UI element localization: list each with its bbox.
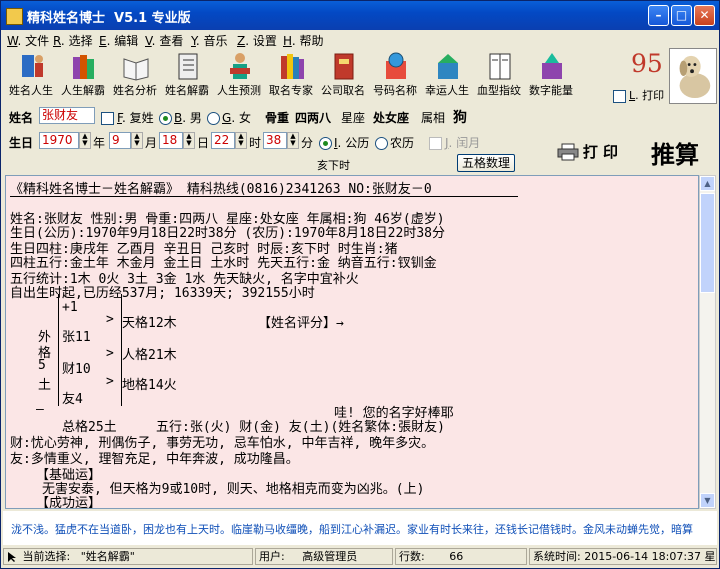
scroll-down-icon[interactable]: ▼ [700, 493, 715, 508]
solar-radio[interactable]: I. 公历 [319, 134, 369, 151]
shichen-label: 亥下时 [317, 159, 350, 172]
globe-book-icon [386, 52, 406, 79]
pointer-icon [8, 552, 16, 562]
toolbar: 姓名人生 人生解霸 姓名分析 姓名解霸 人生预测 取名专家 公司取名 号码名称 [3, 48, 603, 100]
year-input[interactable]: 1970 [39, 132, 79, 149]
vertical-scrollbar[interactable]: ▲ ▼ [699, 175, 716, 509]
menu-select[interactable]: R. 选择 [53, 32, 93, 49]
toolbar-name-master[interactable]: 姓名解霸 [161, 48, 213, 100]
zodiac-label: 属相 [421, 111, 446, 125]
notebook-icon [178, 53, 198, 80]
print-button[interactable]: 打 印 [557, 141, 618, 162]
five-grid-button[interactable]: 五格数理 [457, 154, 515, 172]
app-icon [6, 8, 23, 25]
toolbar-company-naming[interactable]: 公司取名 [317, 48, 369, 100]
open-book-icon [123, 58, 149, 81]
compound-surname-checkbox[interactable]: F. 复姓 [101, 109, 154, 126]
hour-spinner[interactable]: ▲ ▼ [235, 132, 247, 149]
status-rows: 行数: 66 [395, 548, 527, 565]
books-icon [73, 55, 94, 79]
score-title: 【姓名评分】→ [258, 316, 344, 331]
day-input[interactable]: 18 [159, 132, 183, 149]
status-user: 用户: 高级管理员 [255, 548, 393, 565]
toolbar-name-life[interactable]: 姓名人生 [5, 48, 57, 100]
red-book-icon [334, 53, 354, 80]
birth-label: 生日 [9, 136, 34, 150]
menu-help[interactable]: H. 帮助 [283, 32, 323, 49]
day-spinner[interactable]: ▲ ▼ [183, 132, 195, 149]
toolbar-name-analysis[interactable]: 姓名分析 [109, 48, 161, 100]
birth-row: 生日 1970 ▲ ▼ 年 9 ▲ ▼ 月 18 ▲ ▼ 日 22 ▲ ▼ 时 38 ▲… [9, 132, 481, 151]
male-radio[interactable]: B. 男 [159, 109, 202, 126]
gem-book-icon [542, 53, 562, 79]
leap-month-checkbox[interactable]: J. 闰月 [429, 134, 480, 151]
magazine-icon [489, 53, 511, 80]
star-sign-value: 处女座 [373, 111, 410, 125]
toolbar-life-master[interactable]: 人生解霸 [57, 48, 109, 100]
hour-input[interactable]: 22 [211, 132, 235, 149]
menu-edit[interactable]: E. 编辑 [99, 32, 138, 49]
star-sign-label: 星座 [341, 111, 366, 125]
calculate-button[interactable]: 推算 [651, 135, 699, 170]
menu-view[interactable]: V. 查看 [145, 32, 183, 49]
dog-zodiac-icon [669, 48, 717, 104]
minute-input[interactable]: 38 [263, 132, 287, 149]
close-button[interactable]: ✕ [694, 5, 715, 26]
menu-bar: W. 文件 R. 选择 E. 编辑 V. 查看 Y. 音乐 Z. 设置 H. 帮… [3, 30, 717, 48]
name-input[interactable]: 张财友 [39, 107, 95, 124]
person-book-icon [22, 55, 43, 77]
bone-weight-label: 骨重 [265, 111, 290, 125]
bone-weight-value: 四两八 [295, 111, 332, 125]
scrolling-message: 泷不浅。猛虎不在当道卧，困龙也有上天时。临崖勒马收缰晚，船到江心补漏迟。家业有时… [3, 511, 717, 545]
toolbar-number-name[interactable]: 号码名称 [369, 48, 421, 100]
toolbar-blood-fingerprint[interactable]: 血型指纹 [473, 48, 525, 100]
name-score: 95 [631, 49, 663, 78]
toolbar-lucky-life[interactable]: 幸运人生 [421, 48, 473, 100]
reader-icon [230, 53, 250, 79]
menu-file[interactable]: W. 文件 [7, 32, 49, 49]
female-radio[interactable]: G. 女 [207, 109, 251, 126]
window-title: 精科姓名博士 V5.1 专业版 [27, 11, 191, 26]
name-row: 姓名 张财友 F. 复姓 B. 男 G. 女 骨重 四两八 星座 处女座 属相 … [7, 107, 477, 127]
status-current: 当前选择: "姓名解霸" [3, 548, 253, 565]
name-label: 姓名 [9, 111, 34, 125]
main-window: 精科姓名博士 V5.1 专业版 – □ ✕ W. 文件 R. 选择 E. 编辑 … [0, 0, 720, 569]
print-check-box[interactable] [613, 89, 626, 103]
book-stack-icon [281, 54, 304, 79]
printer-icon [557, 143, 579, 160]
menu-settings[interactable]: Z. 设置 [237, 32, 277, 49]
status-time: 系统时间: 2015-06-14 18:07:37 星 [529, 548, 717, 565]
toolbar-naming-expert[interactable]: 取名专家 [265, 48, 317, 100]
toolbar-life-predict[interactable]: 人生预测 [213, 48, 265, 100]
minimize-button[interactable]: – [648, 5, 669, 26]
menu-music[interactable]: Y. 音乐 [191, 32, 228, 49]
lucky-icon [438, 54, 458, 79]
result-text-area[interactable]: 《精科姓名博士－姓名解霸》 精科热线(0816)2341263 NO:张财友－0… [5, 175, 699, 509]
minute-spinner[interactable]: ▲ ▼ [287, 132, 299, 149]
header-divider [10, 196, 518, 197]
result-header: 《精科姓名博士－姓名解霸》 精科热线(0816)2341263 NO:张财友－0 [10, 182, 432, 197]
status-bar: 当前选择: "姓名解霸" 用户: 高级管理员 行数: 66 系统时间: 2015… [3, 547, 717, 567]
scroll-thumb[interactable] [700, 193, 715, 293]
title-bar[interactable]: 精科姓名博士 V5.1 专业版 – □ ✕ [1, 1, 719, 30]
print-checkbox[interactable]: L. 打印 [613, 87, 664, 103]
month-input[interactable]: 9 [109, 132, 131, 149]
lunar-radio[interactable]: 农历 [375, 134, 414, 151]
scroll-up-icon[interactable]: ▲ [700, 176, 715, 191]
zodiac-value: 狗 [453, 110, 467, 126]
month-spinner[interactable]: ▲ ▼ [131, 132, 143, 149]
toolbar-number-energy[interactable]: 数字能量 [525, 48, 577, 100]
maximize-button[interactable]: □ [671, 5, 692, 26]
year-spinner[interactable]: ▲ ▼ [79, 132, 91, 149]
